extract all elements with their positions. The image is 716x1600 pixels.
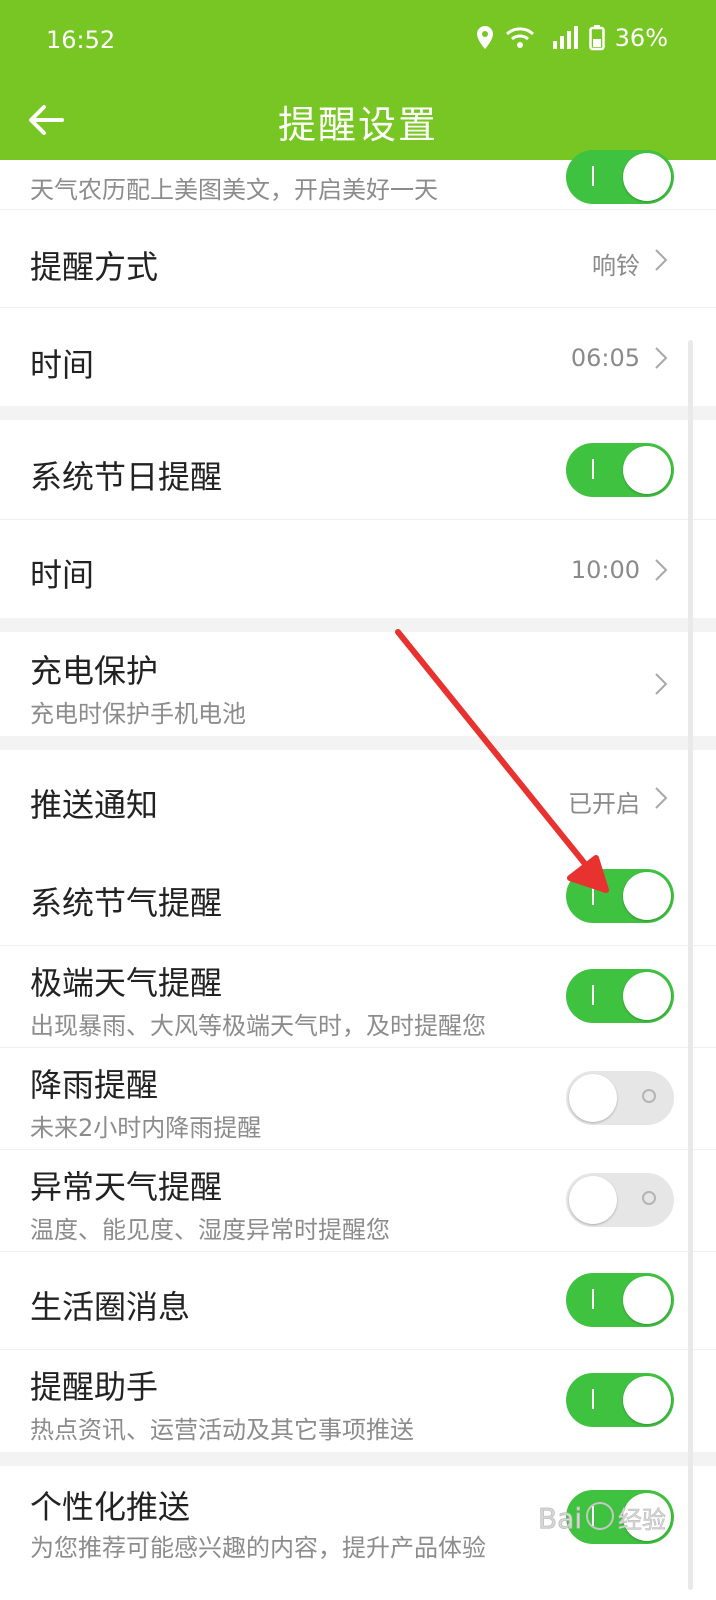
svg-text:Bai: Bai	[538, 1502, 582, 1535]
svg-text:经验: 经验	[618, 1506, 666, 1534]
baidu-watermark-logo: Bai 经验	[538, 1502, 666, 1536]
annotation-arrow-icon	[395, 629, 609, 893]
